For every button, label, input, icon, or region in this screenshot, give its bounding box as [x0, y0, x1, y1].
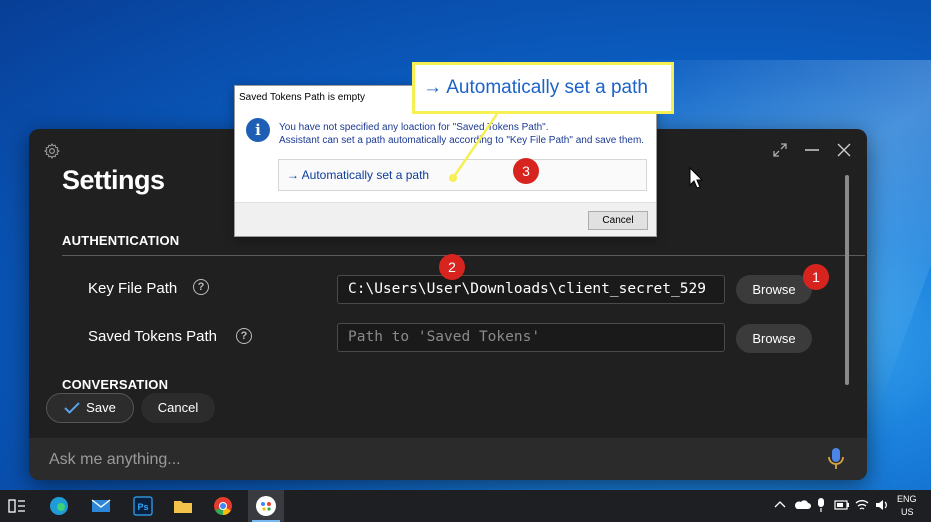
chrome-icon[interactable]	[212, 495, 234, 517]
mail-icon[interactable]	[90, 495, 112, 517]
task-view-icon[interactable]	[6, 495, 28, 517]
wifi-icon[interactable]	[854, 497, 870, 513]
svg-text:Ps: Ps	[137, 502, 148, 512]
file-explorer-icon[interactable]	[172, 495, 194, 517]
edge-icon[interactable]	[48, 495, 70, 517]
tray-microphone-icon[interactable]	[815, 497, 827, 513]
volume-icon[interactable]	[874, 497, 890, 513]
assistant-icon[interactable]	[255, 495, 277, 517]
callout-automatically-set-path: → Automatically set a path	[412, 62, 674, 114]
step-badge-3: 3	[513, 158, 539, 184]
language-indicator-line1[interactable]: ENG	[897, 494, 917, 504]
battery-icon[interactable]	[834, 497, 850, 513]
photoshop-icon[interactable]: Ps	[132, 495, 154, 517]
language-indicator-line2[interactable]: US	[901, 507, 914, 517]
taskbar: Ps ENG US	[0, 490, 931, 522]
chevron-up-icon[interactable]	[772, 497, 788, 513]
step-badge-1: 1	[803, 264, 829, 290]
onedrive-icon[interactable]	[793, 497, 811, 513]
step-badge-2: 2	[439, 254, 465, 280]
